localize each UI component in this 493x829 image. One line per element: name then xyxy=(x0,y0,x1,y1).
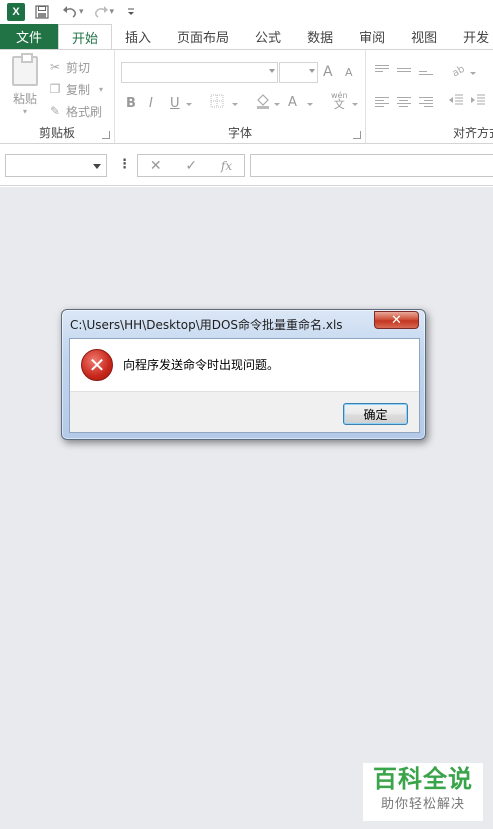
align-top-icon[interactable] xyxy=(375,65,389,75)
tab-formulas[interactable]: 公式 xyxy=(242,24,294,49)
font-size-combo[interactable] xyxy=(279,62,318,83)
align-middle-icon[interactable] xyxy=(397,68,411,78)
underline-button[interactable]: U xyxy=(170,96,180,111)
chevron-down-icon[interactable] xyxy=(232,103,238,106)
ok-button[interactable]: 确定 xyxy=(343,403,408,425)
font-group-label: 字体 xyxy=(227,126,252,140)
watermark-main: 百科全说 xyxy=(373,765,473,793)
tab-data[interactable]: 数据 xyxy=(294,24,346,49)
clipboard-actions: ✂ 剪切 ❐ 复制 ▾ ✎ 格式刷 xyxy=(48,56,108,122)
undo-dropdown-icon[interactable]: ▾ xyxy=(79,7,84,17)
error-message: 向程序发送命令时出现问题。 xyxy=(123,358,280,372)
chevron-down-icon[interactable] xyxy=(470,72,476,75)
watermark: 百科全说 助你轻松解决 xyxy=(363,763,483,821)
align-bottom-icon[interactable] xyxy=(419,71,433,81)
tab-file[interactable]: 文件 xyxy=(0,24,58,49)
paste-label: 粘贴 xyxy=(12,92,37,106)
dialog-launcher-icon[interactable] xyxy=(353,131,361,139)
dialog-content: ✕ 向程序发送命令时出现问题。 确定 xyxy=(69,338,420,433)
formula-actions: ✕ ✓ fx xyxy=(137,154,245,177)
copy-icon: ❐ xyxy=(49,82,61,96)
phonetic-guide-button[interactable]: wén 文 xyxy=(331,91,348,110)
copy-button[interactable]: ❐ 复制 ▾ xyxy=(48,78,108,100)
tab-developer[interactable]: 开发 xyxy=(450,24,489,49)
customize-icon[interactable] xyxy=(120,2,142,22)
ribbon-tabs: 文件 开始 插入 页面布局 公式 数据 审阅 视图 开发 xyxy=(0,24,493,49)
close-button[interactable]: ✕ xyxy=(374,311,419,329)
error-glyph: ✕ xyxy=(88,353,106,377)
quick-access-toolbar: X ▾ ▾ xyxy=(0,0,493,24)
bold-button[interactable]: B xyxy=(126,96,136,111)
font-name-combo[interactable] xyxy=(121,62,278,83)
dialog-launcher-icon[interactable] xyxy=(102,131,110,139)
floppy-icon[interactable] xyxy=(31,2,53,22)
italic-button[interactable]: I xyxy=(149,96,153,111)
name-box[interactable] xyxy=(5,154,107,177)
more-icon[interactable]: ⋮ xyxy=(118,157,131,172)
grow-font-button[interactable]: A xyxy=(323,64,333,80)
tab-view[interactable]: 视图 xyxy=(398,24,450,49)
button-area: 确定 xyxy=(70,391,419,432)
formula-input[interactable] xyxy=(250,154,493,177)
borders-icon[interactable] xyxy=(210,94,224,112)
tab-review[interactable]: 审阅 xyxy=(346,24,398,49)
brush-icon: ✎ xyxy=(49,104,61,118)
chevron-down-icon[interactable] xyxy=(274,103,280,106)
font-group: A A B I U A wén 文 字体 xyxy=(115,50,366,143)
chevron-down-icon: ▾ xyxy=(22,107,27,116)
chevron-down-icon[interactable] xyxy=(352,103,358,106)
paste-button[interactable]: 粘贴 ▾ xyxy=(8,53,42,116)
formula-bar: ⋮ ✕ ✓ fx xyxy=(0,145,493,186)
redo-dropdown-icon[interactable]: ▾ xyxy=(110,7,115,17)
error-icon: ✕ xyxy=(81,349,113,381)
format-painter-label: 格式刷 xyxy=(66,104,103,119)
orientation-icon[interactable]: ab xyxy=(450,62,466,80)
decrease-indent-icon[interactable] xyxy=(448,93,464,111)
chevron-down-icon xyxy=(269,69,275,73)
excel-app-icon[interactable]: X xyxy=(7,3,25,21)
ribbon: 粘贴 ▾ ✂ 剪切 ❐ 复制 ▾ ✎ 格式刷 剪贴板 A A B I U A wén xyxy=(0,49,493,144)
undo-icon[interactable] xyxy=(59,2,81,22)
copy-label: 复制 xyxy=(66,82,91,97)
redo-icon[interactable] xyxy=(90,2,112,22)
close-icon: ✕ xyxy=(391,312,402,328)
tab-page-layout[interactable]: 页面布局 xyxy=(164,24,242,49)
align-left-icon[interactable] xyxy=(375,97,389,107)
watermark-sub: 助你轻松解决 xyxy=(380,797,465,812)
tab-insert[interactable]: 插入 xyxy=(112,24,164,49)
clipboard-icon xyxy=(12,53,38,86)
align-right-icon[interactable] xyxy=(419,97,433,107)
chevron-down-icon xyxy=(93,164,101,169)
alignment-group-label: 对齐方式 xyxy=(453,126,493,140)
clipboard-group: 粘贴 ▾ ✂ 剪切 ❐ 复制 ▾ ✎ 格式刷 剪贴板 xyxy=(0,50,115,143)
message-area: ✕ 向程序发送命令时出现问题。 xyxy=(70,339,419,391)
insert-function-icon[interactable]: fx xyxy=(221,159,232,173)
clipboard-group-label: 剪贴板 xyxy=(38,126,75,140)
align-center-icon[interactable] xyxy=(397,97,411,107)
chevron-down-icon xyxy=(309,69,315,73)
format-painter-button[interactable]: ✎ 格式刷 xyxy=(48,100,108,122)
tab-home[interactable]: 开始 xyxy=(58,24,113,49)
scissors-icon: ✂ xyxy=(49,60,61,74)
error-dialog: C:\Users\HH\Desktop\用DOS命令批量重命名.xls ✕ ✕ … xyxy=(61,309,426,440)
enter-icon[interactable]: ✓ xyxy=(185,158,197,174)
chevron-down-icon[interactable] xyxy=(307,103,313,106)
phonetic-char: 文 xyxy=(333,98,345,111)
cut-label: 剪切 xyxy=(66,60,91,75)
cut-button[interactable]: ✂ 剪切 xyxy=(48,56,108,78)
alignment-group: ab 对齐方式 xyxy=(366,50,493,143)
svg-text:ab: ab xyxy=(450,64,466,76)
cancel-icon[interactable]: ✕ xyxy=(150,158,162,174)
chevron-down-icon: ▾ xyxy=(99,84,104,94)
font-color-button[interactable]: A xyxy=(288,95,297,110)
shrink-font-button[interactable]: A xyxy=(345,66,353,79)
chevron-down-icon[interactable] xyxy=(186,103,192,106)
dialog-title: C:\Users\HH\Desktop\用DOS命令批量重命名.xls xyxy=(70,318,343,332)
workbook-area xyxy=(0,187,493,829)
increase-indent-icon[interactable] xyxy=(470,93,486,111)
fill-color-icon[interactable] xyxy=(255,93,271,113)
